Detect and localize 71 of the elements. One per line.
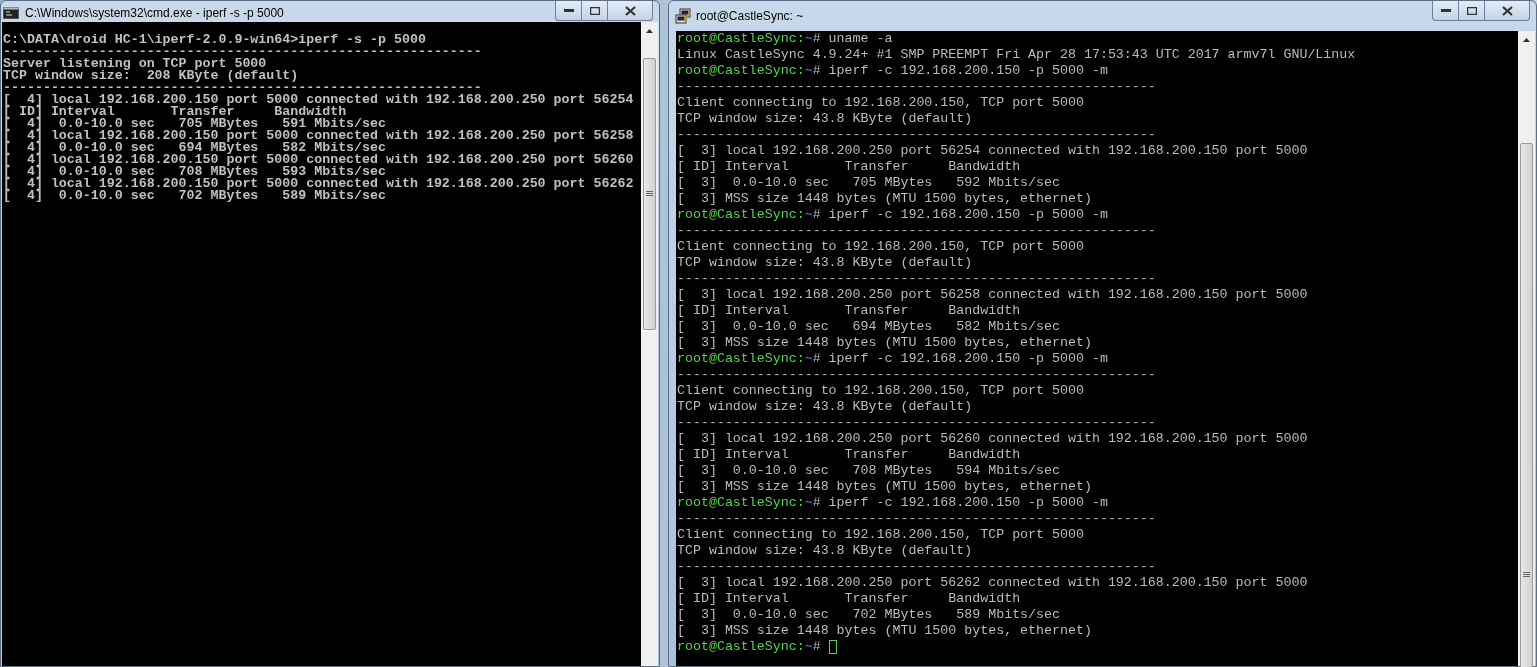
console-line: [ 4] local 192.168.200.150 port 5000 connected with 192.168.200.250 port 56254 bbox=[3, 94, 635, 106]
maximize-icon bbox=[1466, 6, 1477, 15]
console-line: [ 4] 0.0-10.0 sec 702 MBytes 589 Mbits/sec bbox=[3, 190, 387, 202]
terminal-line: ------------------------------------------------------------ bbox=[677, 415, 1157, 431]
terminal-computers-icon bbox=[675, 8, 691, 24]
prompt-line: root@CastleSync:~# bbox=[677, 639, 821, 655]
terminal-line: Client connecting to 192.168.200.150, TCP port 5000 bbox=[677, 95, 1085, 111]
terminal-line: [ ID] Interval Transfer Bandwidth bbox=[677, 591, 1022, 607]
console-line: ------------------------------------------------------------ bbox=[3, 46, 483, 58]
maximize-icon bbox=[589, 6, 600, 15]
window-title: root@CastleSync: ~ bbox=[696, 8, 804, 25]
console-line: [ 4] local 192.168.200.150 port 5000 connected with 192.168.200.250 port 56258 bbox=[3, 130, 635, 142]
terminal-line: ------------------------------------------------------------ bbox=[677, 271, 1157, 287]
terminal-line: ------------------------------------------------------------ bbox=[677, 559, 1157, 575]
terminal-line: [ 3] 0.0-10.0 sec 708 MBytes 594 Mbits/sec bbox=[677, 463, 1061, 479]
terminal-line: ------------------------------------------------------------ bbox=[677, 511, 1157, 527]
vertical-scrollbar[interactable] bbox=[1518, 31, 1535, 666]
terminal-line: ------------------------------------------------------------ bbox=[677, 127, 1157, 143]
terminal-line: ------------------------------------------------------------ bbox=[677, 79, 1157, 95]
terminal-line: [ 3] MSS size 1448 bytes (MTU 1500 bytes, ethernet) bbox=[677, 191, 1093, 207]
terminal-line: [ 3] MSS size 1448 bytes (MTU 1500 bytes, ethernet) bbox=[677, 479, 1093, 495]
caret-up-icon bbox=[646, 28, 653, 33]
console-line: [ 4] 0.0-10.0 sec 705 MBytes 591 Mbits/sec bbox=[3, 118, 386, 130]
terminal-line: [ 3] local 192.168.200.250 port 56260 connected with 192.168.200.150 port 5000 bbox=[677, 431, 1309, 447]
grip-icon bbox=[646, 191, 653, 196]
terminal-line: TCP window size: 43.8 KByte (default) bbox=[677, 543, 974, 559]
terminal-line: [ 3] 0.0-10.0 sec 702 MBytes 589 Mbits/sec bbox=[677, 607, 1061, 623]
console-line: TCP window size: 208 KByte (default) bbox=[3, 70, 300, 82]
terminal-line: ------------------------------------------------------------ bbox=[677, 367, 1157, 383]
close-icon bbox=[1501, 5, 1513, 16]
console-line: C:\DATA\droid HC-1\iperf-2.0.9-win64>iperf -s -p 5000 bbox=[3, 34, 427, 46]
prompt-line: root@CastleSync:~# iperf -c 192.168.200.150 -p 5000 -m bbox=[677, 63, 1108, 79]
terminal-line: Client connecting to 192.168.200.150, TCP port 5000 bbox=[677, 383, 1085, 399]
terminal-line: TCP window size: 43.8 KByte (default) bbox=[677, 399, 974, 415]
prompt-line: root@CastleSync:~# iperf -c 192.168.200.150 -p 5000 -m bbox=[677, 495, 1108, 511]
vertical-scrollbar[interactable] bbox=[641, 22, 658, 666]
console-line: [ 4] local 192.168.200.150 port 5000 connected with 192.168.200.250 port 56260 bbox=[3, 154, 635, 166]
minimize-icon bbox=[563, 8, 574, 13]
terminal-line: [ 3] local 192.168.200.250 port 56254 connected with 192.168.200.150 port 5000 bbox=[677, 143, 1309, 159]
terminal-line: TCP window size: 43.8 KByte (default) bbox=[677, 255, 974, 271]
console-line: [ ID] Interval Transfer Bandwidth bbox=[3, 106, 347, 118]
grip-icon bbox=[1523, 572, 1530, 577]
console-icon bbox=[3, 7, 19, 19]
console-line: [ 4] local 192.168.200.150 port 5000 connected with 192.168.200.250 port 56262 bbox=[3, 178, 635, 190]
caret-up-icon bbox=[1523, 37, 1530, 42]
console-line: Server listening on TCP port 5000 bbox=[3, 58, 267, 70]
terminal-line: ------------------------------------------------------------ bbox=[677, 223, 1157, 239]
window-title: C:\Windows\system32\cmd.exe - iperf -s -p 5000 bbox=[25, 5, 284, 22]
terminal-line: [ 3] local 192.168.200.250 port 56262 connected with 192.168.200.150 port 5000 bbox=[677, 575, 1309, 591]
terminal-line: [ ID] Interval Transfer Bandwidth bbox=[677, 447, 1022, 463]
terminal-line: Linux CastleSync 4.9.24+ #1 SMP PREEMPT Fri Apr 28 17:53:43 UTC 2017 armv7l GNU/Linux bbox=[677, 47, 1357, 63]
minimize-icon bbox=[1440, 8, 1451, 13]
terminal-line: [ ID] Interval Transfer Bandwidth bbox=[677, 159, 1022, 175]
terminal-line: TCP window size: 43.8 KByte (default) bbox=[677, 111, 974, 127]
console-line: [ 4] 0.0-10.0 sec 708 MBytes 593 Mbits/sec bbox=[3, 166, 386, 178]
terminal-line: Client connecting to 192.168.200.150, TCP port 5000 bbox=[677, 239, 1085, 255]
terminal-line: [ 3] 0.0-10.0 sec 705 MBytes 592 Mbits/sec bbox=[677, 175, 1061, 191]
prompt-line: root@CastleSync:~# uname -a bbox=[677, 31, 893, 47]
terminal-line: [ 3] 0.0-10.0 sec 694 MBytes 582 Mbits/sec bbox=[677, 319, 1061, 335]
console-line: ------------------------------------------------------------ bbox=[3, 82, 482, 94]
terminal-line: [ ID] Interval Transfer Bandwidth bbox=[677, 303, 1022, 319]
prompt-line: root@CastleSync:~# iperf -c 192.168.200.150 -p 5000 -m bbox=[677, 351, 1108, 367]
terminal-line: [ 3] MSS size 1448 bytes (MTU 1500 bytes, ethernet) bbox=[677, 335, 1093, 351]
terminal-line: Client connecting to 192.168.200.150, TCP port 5000 bbox=[677, 527, 1085, 543]
prompt-line: root@CastleSync:~# iperf -c 192.168.200.150 -p 5000 -m bbox=[677, 207, 1108, 223]
console-line: [ 4] 0.0-10.0 sec 694 MBytes 582 Mbits/sec bbox=[3, 142, 386, 154]
terminal-line: [ 3] local 192.168.200.250 port 56258 connected with 192.168.200.150 port 5000 bbox=[677, 287, 1309, 303]
close-icon bbox=[624, 5, 636, 16]
terminal-line: [ 3] MSS size 1448 bytes (MTU 1500 bytes, ethernet) bbox=[677, 623, 1093, 639]
scrollbar-thumb[interactable] bbox=[1520, 143, 1533, 667]
scrollbar-thumb[interactable] bbox=[643, 58, 656, 330]
